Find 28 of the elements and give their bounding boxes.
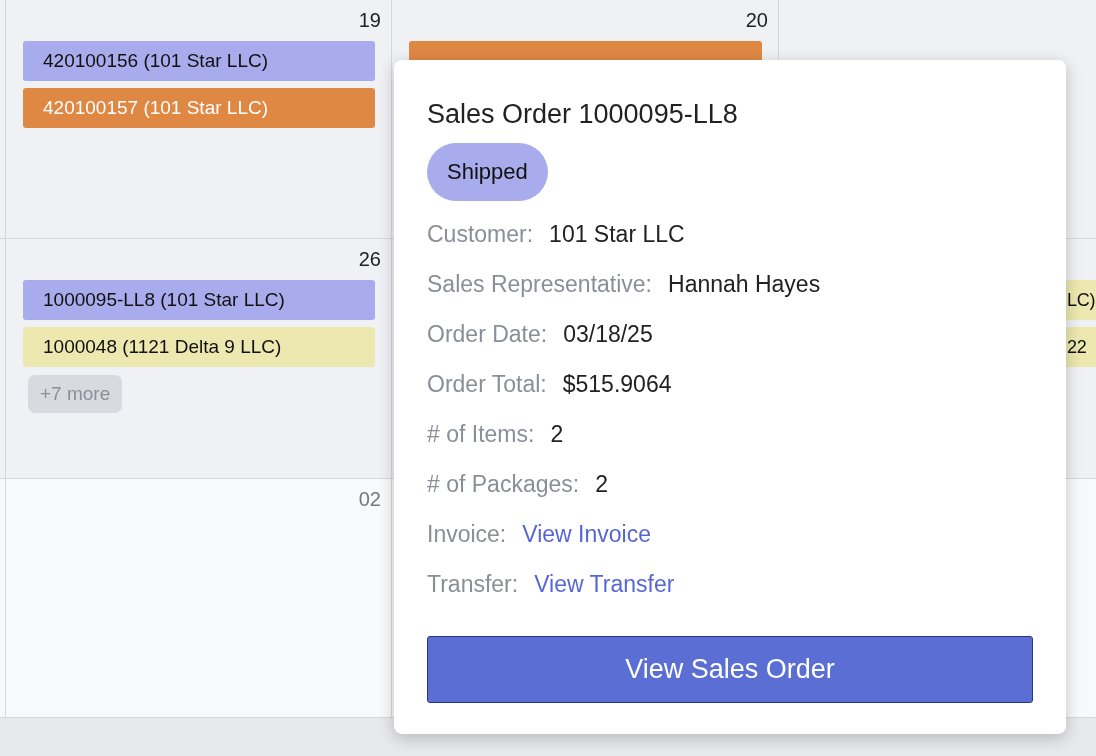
field-link[interactable]: View Transfer: [534, 570, 675, 598]
field-label: Invoice:: [427, 520, 507, 548]
field-value: 101 Star LLC: [549, 220, 685, 248]
field-value: 2: [550, 420, 564, 448]
calendar-event[interactable]: 22: [1066, 327, 1096, 367]
field-value: $515.9064: [562, 370, 672, 398]
field-value: 2: [595, 470, 608, 498]
field-label: # of Items:: [427, 420, 535, 448]
field-value: Hannah Hayes: [668, 270, 821, 298]
calendar-event[interactable]: 1000048 (1121 Delta 9 LLC): [23, 327, 375, 367]
status-badge: Shipped: [427, 143, 548, 201]
field-label: # of Packages:: [427, 470, 580, 498]
field-label: Sales Representative:: [427, 270, 652, 298]
field-link[interactable]: View Invoice: [522, 520, 651, 548]
field-label: Order Total:: [427, 370, 547, 398]
day-number: 19: [358, 8, 381, 32]
field-label: Customer:: [427, 220, 534, 248]
day-number: 20: [745, 8, 768, 32]
day-number: 02: [358, 487, 381, 511]
field-value: 03/18/25: [563, 320, 653, 348]
field-label: Order Date:: [427, 320, 548, 348]
popover-title: Sales Order 1000095-LL8: [427, 98, 739, 131]
calendar-event[interactable]: 1000095-LL8 (101 Star LLC): [23, 280, 375, 320]
field-label: Transfer:: [427, 570, 519, 598]
day-number: 26: [358, 247, 381, 271]
calendar-event[interactable]: 420100156 (101 Star LLC): [23, 41, 375, 81]
view-order-button[interactable]: View Sales Order: [427, 636, 1033, 703]
calendar-event[interactable]: LC): [1066, 280, 1096, 320]
